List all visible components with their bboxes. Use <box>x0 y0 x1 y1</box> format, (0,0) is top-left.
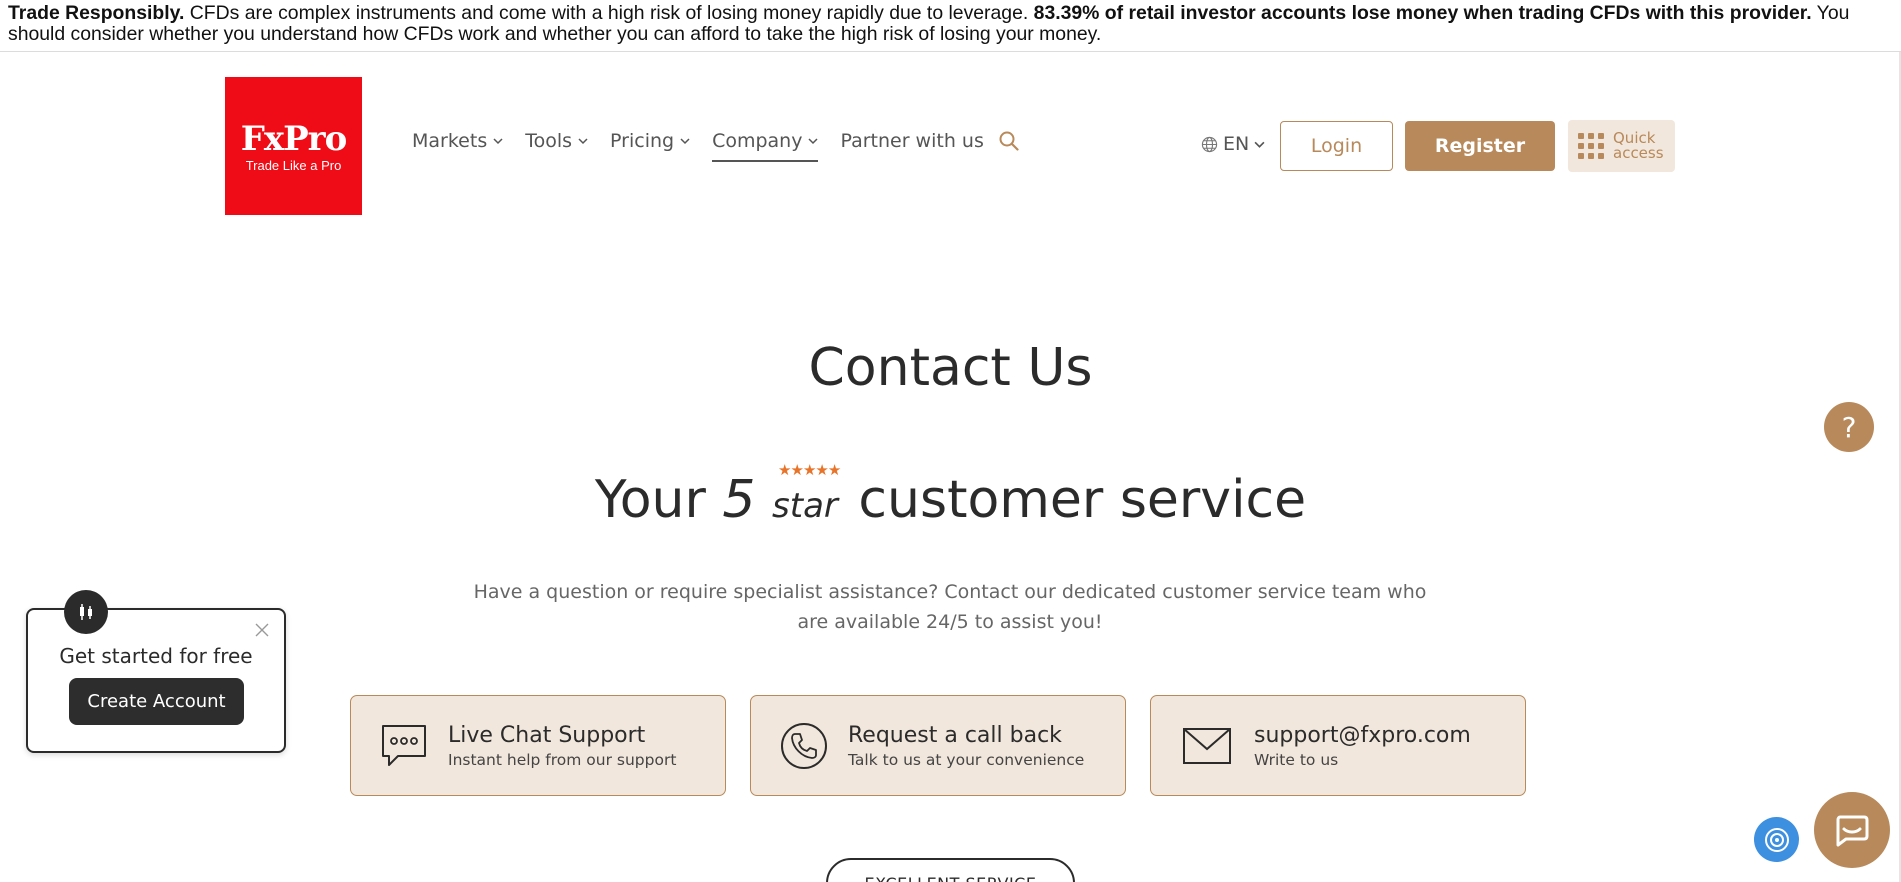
card-text: Live Chat Support Instant help from our … <box>448 722 676 770</box>
card-text: Request a call back Talk to us at your c… <box>848 722 1084 770</box>
register-button[interactable]: Register <box>1405 121 1555 171</box>
card-title: Live Chat Support <box>448 722 646 748</box>
excellent-service-pill[interactable]: EXCELLENT SERVICE <box>826 858 1075 882</box>
radar-widget-icon[interactable] <box>1754 817 1799 862</box>
create-account-button[interactable]: Create Account <box>69 678 244 725</box>
callback-card[interactable]: Request a call back Talk to us at your c… <box>750 695 1126 796</box>
risk-text-1: CFDs are complex instruments and come wi… <box>184 2 1034 24</box>
card-title: Request a call back <box>848 722 1062 748</box>
card-title: support@fxpro.com <box>1254 722 1471 748</box>
fxpro-logo[interactable]: FxPro Trade Like a Pro <box>225 77 362 215</box>
nav-item-markets[interactable]: Markets <box>412 130 503 152</box>
chat-launcher-button[interactable] <box>1814 792 1890 868</box>
risk-warning-banner: Trade Responsibly. CFDs are complex inst… <box>0 0 1901 52</box>
five-stars-icon: ★★★★★ <box>778 461 841 479</box>
phone-icon <box>781 722 827 769</box>
nav-item-company[interactable]: Company <box>712 130 819 162</box>
subtitle-five: 5 <box>722 470 756 530</box>
chevron-down-icon <box>808 138 818 145</box>
nav-label-pricing: Pricing <box>610 130 675 152</box>
email-card[interactable]: support@fxpro.com Write to us <box>1150 695 1526 796</box>
search-icon[interactable] <box>998 130 1020 152</box>
nav-label-tools: Tools <box>525 130 573 152</box>
language-selector[interactable]: EN <box>1201 133 1265 155</box>
risk-lead: Trade Responsibly. <box>8 2 185 24</box>
card-text: support@fxpro.com Write to us <box>1254 722 1471 770</box>
hero-subtitle: Your 5 ★★★★★ star customer service <box>0 461 1901 530</box>
envelope-icon <box>1183 727 1231 764</box>
candlestick-icon <box>64 590 108 634</box>
logo-brand: FxPro <box>240 118 348 159</box>
nav-item-tools[interactable]: Tools <box>525 130 588 152</box>
star-word: ★★★★★ star <box>772 461 841 526</box>
chat-icon <box>1836 815 1869 847</box>
login-button[interactable]: Login <box>1280 121 1393 171</box>
card-subtitle: Talk to us at your convenience <box>848 750 1085 769</box>
grid-dots-icon <box>1578 133 1604 159</box>
popup-title: Get started for free <box>59 644 253 668</box>
help-button[interactable]: ? <box>1824 402 1874 452</box>
chat-bubble-icon <box>382 724 426 766</box>
subtitle-post: customer service <box>841 470 1307 530</box>
chevron-down-icon <box>493 138 503 145</box>
risk-stat: 83.39% of retail investor accounts lose … <box>1033 2 1812 24</box>
logo-tagline: Trade Like a Pro <box>245 157 342 173</box>
card-subtitle: Instant help from our support <box>448 750 677 769</box>
language-label: EN <box>1223 133 1250 155</box>
quick-access-label: Quick access <box>1613 129 1664 162</box>
card-subtitle: Write to us <box>1254 750 1339 769</box>
chevron-down-icon <box>1254 141 1265 148</box>
nav-label-company: Company <box>712 130 803 152</box>
nav-item-partner[interactable]: Partner with us <box>840 130 983 152</box>
globe-icon <box>1201 136 1218 152</box>
page-title: Contact Us <box>808 338 1093 398</box>
live-chat-card[interactable]: Live Chat Support Instant help from our … <box>350 695 726 796</box>
get-started-popup: Get started for free Create Account <box>26 590 286 753</box>
chevron-down-icon <box>680 138 690 145</box>
intro-text: Have a question or require specialist as… <box>473 581 1427 633</box>
main-nav: Markets Tools Pricing Company Partner wi… <box>412 130 1020 162</box>
nav-label-markets: Markets <box>412 130 488 152</box>
chevron-down-icon <box>578 138 588 145</box>
nav-item-pricing[interactable]: Pricing <box>610 130 690 152</box>
quick-access-button[interactable]: Quick access <box>1568 120 1675 172</box>
close-icon[interactable] <box>254 622 270 638</box>
subtitle-pre: Your <box>594 470 723 530</box>
nav-label-partner: Partner with us <box>840 130 984 152</box>
